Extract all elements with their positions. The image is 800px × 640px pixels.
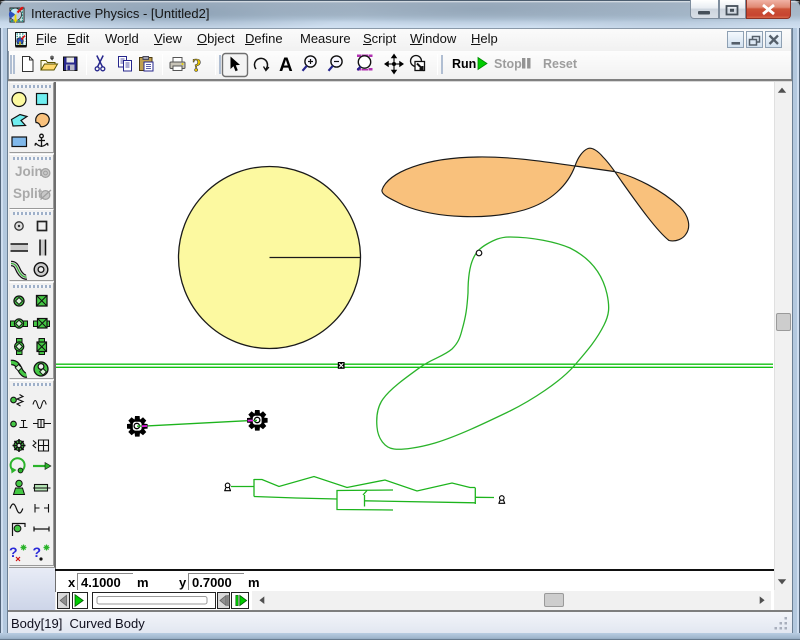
svg-text:?: ?: [192, 56, 202, 77]
svg-text:?: ?: [33, 544, 42, 560]
svg-text:A: A: [279, 55, 293, 76]
